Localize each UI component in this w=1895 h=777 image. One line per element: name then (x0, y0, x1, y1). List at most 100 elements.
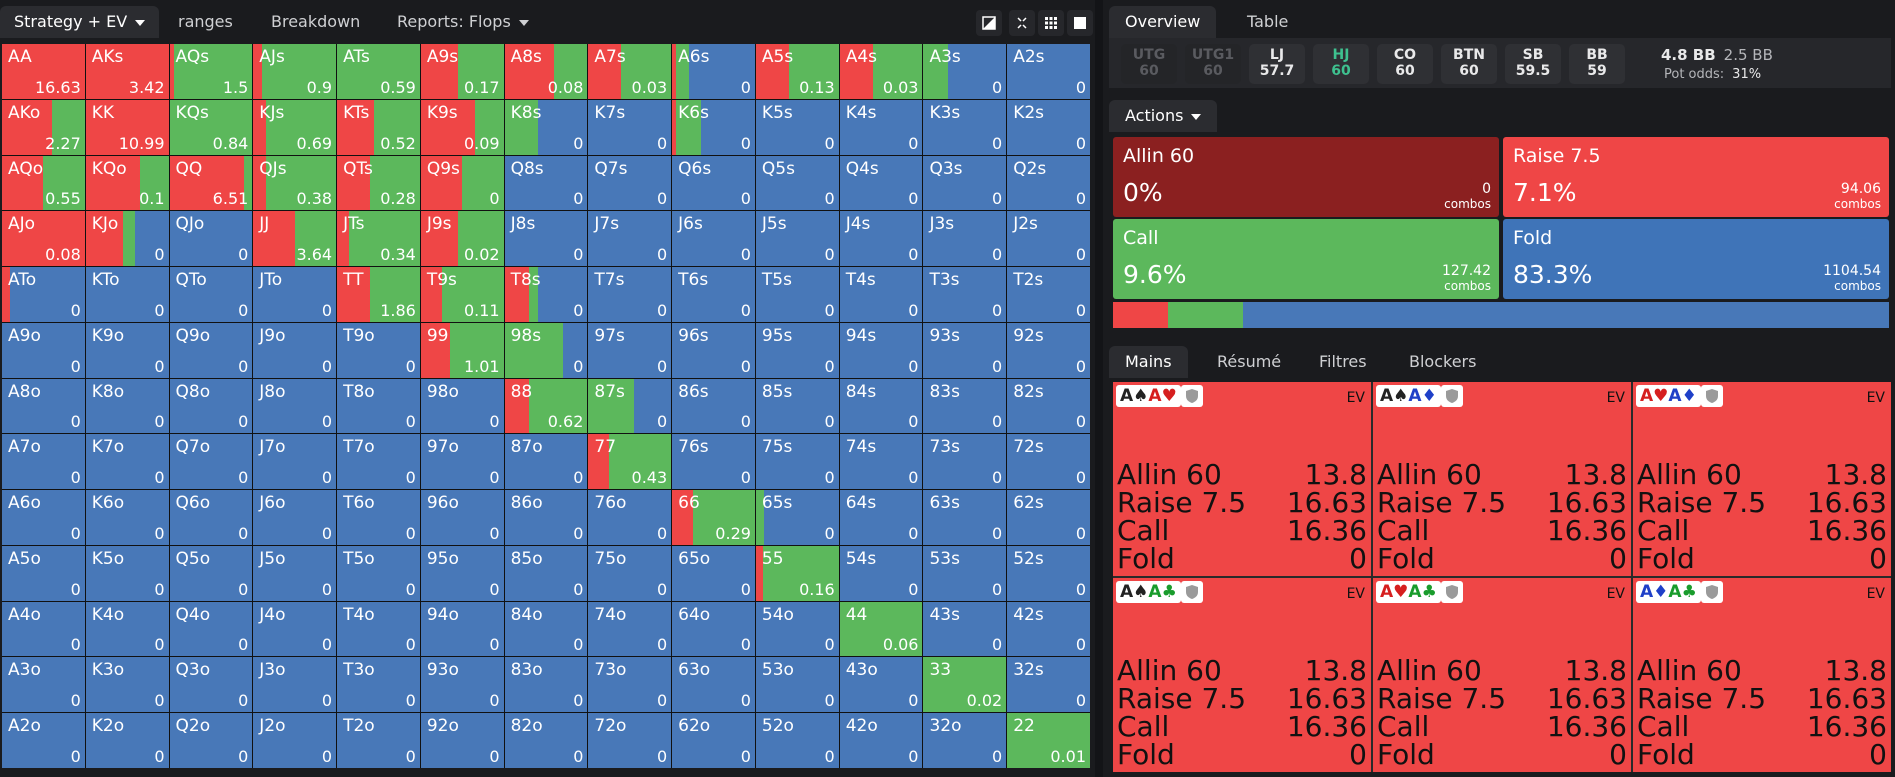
range-cell[interactable]: Q4o 0 (169, 601, 253, 657)
range-cell[interactable]: T3s 0 (923, 267, 1007, 322)
range-cell[interactable]: A3s 0 (923, 44, 1007, 99)
range-cell[interactable]: A8o 0 (2, 378, 85, 434)
range-cell[interactable]: 84o 0 (504, 601, 588, 657)
range-cell[interactable]: 92s 0 (1007, 322, 1090, 378)
tab-strategy-ev[interactable]: Strategy + EV (0, 6, 160, 38)
range-cell[interactable]: AKs 3.42 (85, 44, 169, 99)
range-cell[interactable]: 53s 0 (923, 545, 1007, 601)
position-hj[interactable]: HJ 60 (1313, 44, 1369, 84)
range-cell[interactable]: A9o 0 (2, 322, 85, 378)
range-cell[interactable]: A9s 0.17 (420, 44, 504, 99)
shield-icon[interactable] (1181, 581, 1203, 603)
position-sb[interactable]: SB 59.5 (1505, 44, 1561, 84)
range-cell[interactable]: 94s 0 (839, 322, 923, 378)
combo-card[interactable]: A♥A♦ EV Allin 60 13.8 Raise 7.5 16.63 Call 16.3… (1633, 382, 1891, 576)
range-cell[interactable]: T2s 0 (1007, 267, 1090, 322)
range-cell[interactable]: T5s 0 (755, 267, 839, 322)
range-cell[interactable]: KQs 0.84 (169, 99, 253, 155)
range-cell[interactable]: 52o 0 (755, 713, 839, 768)
range-cell[interactable]: TT 1.86 (337, 267, 420, 322)
range-cell[interactable]: KTs 0.52 (337, 99, 420, 155)
range-cell[interactable]: K5s 0 (755, 99, 839, 155)
range-cell[interactable]: K8s 0 (504, 99, 588, 155)
tab-breakdown[interactable]: Breakdown (271, 6, 360, 38)
shield-icon[interactable] (1181, 385, 1203, 407)
range-cell[interactable]: A8s 0.08 (504, 44, 588, 99)
combo-card[interactable]: A♠A♣ EV Allin 60 13.8 Raise 7.5 16.63 Call 16.3… (1113, 578, 1371, 772)
range-cell[interactable]: K2o 0 (85, 713, 169, 768)
grid-view-button[interactable] (1038, 10, 1064, 36)
range-cell[interactable]: 53o 0 (755, 657, 839, 713)
range-cell[interactable]: 95s 0 (755, 322, 839, 378)
range-cell[interactable]: A4s 0.03 (839, 44, 923, 99)
range-cell[interactable]: 65o 0 (672, 545, 755, 601)
range-cell[interactable]: AJs 0.9 (253, 44, 337, 99)
range-cell[interactable]: 43s 0 (923, 601, 1007, 657)
range-cell[interactable]: J5s 0 (755, 211, 839, 267)
range-cell[interactable]: Q8s 0 (504, 155, 588, 211)
range-cell[interactable]: 42o 0 (839, 713, 923, 768)
range-cell[interactable]: T5o 0 (337, 545, 420, 601)
range-cell[interactable]: 44 0.06 (839, 601, 923, 657)
range-cell[interactable]: AKo 2.27 (2, 99, 85, 155)
range-cell[interactable]: A7s 0.03 (588, 44, 672, 99)
range-cell[interactable]: K9s 0.09 (420, 99, 504, 155)
range-cell[interactable]: AA 16.63 (2, 44, 85, 99)
range-cell[interactable]: J9s 0.02 (420, 211, 504, 267)
range-cell[interactable]: Q3s 0 (923, 155, 1007, 211)
range-cell[interactable]: 85s 0 (755, 378, 839, 434)
range-cell[interactable]: A3o 0 (2, 657, 85, 713)
range-cell[interactable]: 66 0.29 (672, 490, 755, 545)
range-cell[interactable]: KJo 0 (85, 211, 169, 267)
range-cell[interactable]: 32s 0 (1007, 657, 1090, 713)
range-cell[interactable]: J8s 0 (504, 211, 588, 267)
range-cell[interactable]: 96s 0 (672, 322, 755, 378)
range-cell[interactable]: QQ 6.51 (169, 155, 253, 211)
range-cell[interactable]: ATo 0 (2, 267, 85, 322)
range-cell[interactable]: 33 0.02 (923, 657, 1007, 713)
position-lj[interactable]: LJ 57.7 (1249, 44, 1305, 84)
range-cell[interactable]: J6o 0 (253, 490, 337, 545)
range-cell[interactable]: 87o 0 (504, 434, 588, 490)
range-cell[interactable]: A4o 0 (2, 601, 85, 657)
range-cell[interactable]: T4o 0 (337, 601, 420, 657)
actions-dropdown[interactable]: Actions (1109, 100, 1218, 132)
range-cell[interactable]: 82s 0 (1007, 378, 1090, 434)
range-cell[interactable]: K3o 0 (85, 657, 169, 713)
range-cell[interactable]: 54s 0 (839, 545, 923, 601)
range-cell[interactable]: 83s 0 (923, 378, 1007, 434)
compress-view-button[interactable] (1009, 10, 1035, 36)
range-cell[interactable]: KTo 0 (85, 267, 169, 322)
range-cell[interactable]: 63s 0 (923, 490, 1007, 545)
range-cell[interactable]: 83o 0 (504, 657, 588, 713)
contrast-toggle-button[interactable] (976, 10, 1002, 36)
range-cell[interactable]: K5o 0 (85, 545, 169, 601)
range-cell[interactable]: 62s 0 (1007, 490, 1090, 545)
shield-icon[interactable] (1701, 385, 1723, 407)
range-cell[interactable]: Q8o 0 (169, 378, 253, 434)
range-cell[interactable]: K4o 0 (85, 601, 169, 657)
range-cell[interactable]: 85o 0 (504, 545, 588, 601)
range-cell[interactable]: Q9o 0 (169, 322, 253, 378)
range-cell[interactable]: ATs 0.59 (337, 44, 420, 99)
range-cell[interactable]: 96o 0 (420, 490, 504, 545)
tab-reports-flops[interactable]: Reports: Flops (397, 6, 529, 38)
range-cell[interactable]: 95o 0 (420, 545, 504, 601)
range-cell[interactable]: KK 10.99 (85, 99, 169, 155)
range-cell[interactable]: 88 0.62 (504, 378, 588, 434)
range-cell[interactable]: 75s 0 (755, 434, 839, 490)
range-cell[interactable]: T6s 0 (672, 267, 755, 322)
range-cell[interactable]: 86s 0 (672, 378, 755, 434)
range-cell[interactable]: AQs 1.5 (169, 44, 253, 99)
range-cell[interactable]: Q5o 0 (169, 545, 253, 601)
range-cell[interactable]: Q4s 0 (839, 155, 923, 211)
range-cell[interactable]: 74o 0 (588, 601, 672, 657)
range-cell[interactable]: K2s 0 (1007, 99, 1090, 155)
tab-blockers[interactable]: Blockers (1409, 346, 1476, 378)
tab-overview[interactable]: Overview (1109, 6, 1217, 38)
range-cell[interactable]: AQo 0.55 (2, 155, 85, 211)
range-cell[interactable]: 94o 0 (420, 601, 504, 657)
range-cell[interactable]: 92o 0 (420, 713, 504, 768)
range-cell[interactable]: 86o 0 (504, 490, 588, 545)
range-cell[interactable]: JJ 3.64 (253, 211, 337, 267)
